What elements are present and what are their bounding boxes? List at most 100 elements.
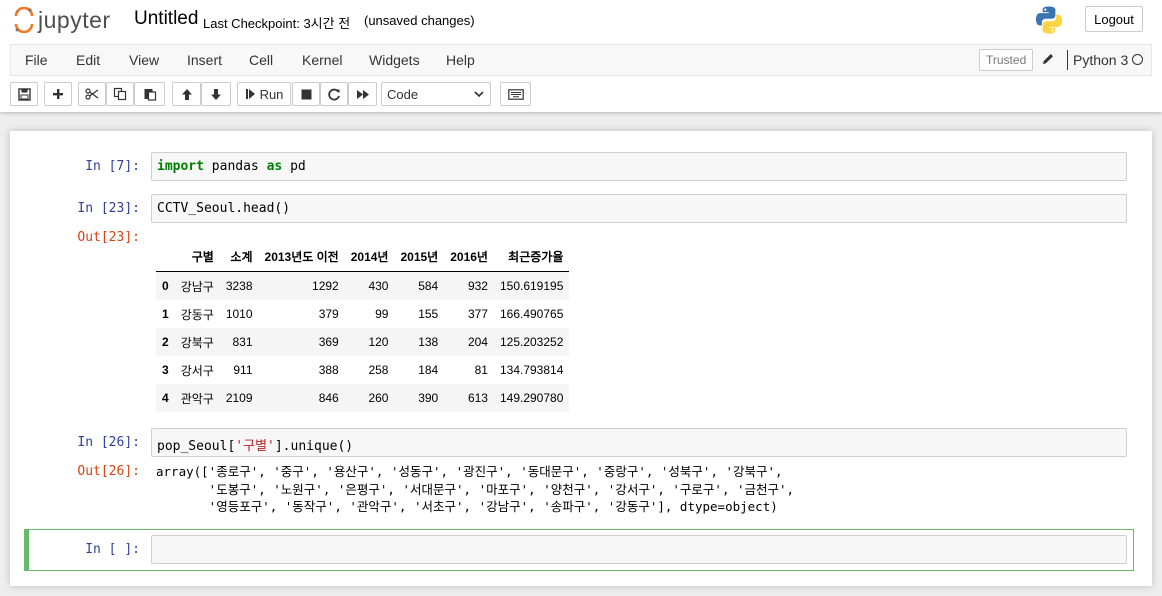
table-cell: 1010: [225, 307, 253, 321]
step-forward-icon: [245, 89, 255, 99]
scissors-icon: [85, 88, 99, 100]
table-cell: 2109: [225, 391, 253, 405]
paste-icon: [144, 89, 156, 101]
jupyter-logo-icon: [14, 7, 34, 33]
command-palette-button[interactable]: [500, 82, 531, 106]
table-cell: 430: [368, 279, 389, 293]
code-cell-input[interactable]: CCTV_Seoul.head(): [151, 194, 1127, 223]
table-cell: 155: [418, 307, 439, 321]
table-cell: 강서구: [180, 363, 214, 378]
logout-button[interactable]: Logout: [1085, 6, 1143, 32]
code-text: import pandas as pd: [157, 159, 306, 174]
menu-insert[interactable]: Insert: [187, 52, 222, 68]
table-row: 2 강북구 831 369 120 138 204 125.203252: [156, 328, 570, 356]
floppy-icon: [17, 87, 31, 101]
code-text: CCTV_Seoul.head(): [157, 201, 291, 216]
arrow-up-icon: [181, 88, 192, 100]
output-prompt: Out[23]:: [77, 230, 140, 245]
run-button[interactable]: Run: [237, 82, 291, 106]
save-button[interactable]: [10, 82, 38, 106]
python-logo-icon: [1036, 6, 1062, 34]
table-cell: 377: [467, 307, 488, 321]
table-cell: 관악구: [180, 391, 214, 406]
notebook-header: jupyter Untitled Last Checkpoint: 3시간 전 …: [0, 0, 1162, 112]
restart-run-all-button[interactable]: [348, 82, 377, 106]
table-cell: 258: [368, 363, 389, 377]
row-index: 1: [162, 307, 169, 321]
code-cell-input[interactable]: import pandas as pd: [151, 152, 1127, 181]
table-row: 3 강서구 911 388 258 184 81 134.793814: [156, 356, 569, 384]
column-header: 2016년: [444, 241, 494, 272]
paste-button[interactable]: [134, 82, 165, 106]
menu-file[interactable]: File: [25, 52, 48, 68]
refresh-icon: [327, 88, 340, 100]
trusted-indicator[interactable]: Trusted: [979, 49, 1034, 71]
cell-output-text: array(['종로구', '중구', '용산구', '성동구', '광진구',…: [156, 464, 795, 514]
column-header: 2015년: [394, 241, 445, 272]
column-header: [156, 241, 175, 272]
table-cell: 379: [318, 307, 339, 321]
input-prompt: In [7]:: [85, 159, 140, 174]
table-cell: 369: [318, 335, 339, 349]
insert-cell-button[interactable]: [44, 82, 72, 106]
cell-type-value: Code: [387, 86, 419, 102]
column-header: 소계: [219, 241, 259, 272]
table-header-row: 구별 소계 2013년도 이전 2014년 2015년 2016년 최근증가율: [156, 241, 570, 272]
column-header: 구별: [174, 241, 220, 272]
copy-button[interactable]: [106, 82, 134, 106]
table-cell: 강북구: [180, 335, 214, 350]
restart-kernel-button[interactable]: [320, 82, 348, 106]
column-header: 최근증가율: [493, 241, 570, 272]
fast-forward-icon: [356, 89, 369, 99]
table-cell: 260: [368, 391, 389, 405]
autosave-status: (unsaved changes): [364, 13, 475, 28]
menu-widgets[interactable]: Widgets: [369, 52, 420, 68]
notebook-title[interactable]: Untitled: [134, 8, 198, 30]
input-prompt: In [ ]:: [85, 542, 140, 557]
table-cell: 911: [233, 363, 253, 377]
run-button-label: Run: [259, 86, 284, 102]
kernel-idle-icon: [1132, 54, 1143, 65]
cut-button[interactable]: [78, 82, 106, 106]
notebook-container: In [7]: import pandas as pd In [23]: CCT…: [10, 131, 1152, 586]
table-row: 4 관악구 2109 846 260 390 613 149.290780: [156, 384, 570, 412]
stop-icon: [301, 89, 311, 99]
dataframe-table: 구별 소계 2013년도 이전 2014년 2015년 2016년 최근증가율 …: [156, 241, 570, 412]
table-cell: 166.490765: [499, 307, 564, 321]
table-cell: 390: [418, 391, 439, 405]
table-cell: 846: [318, 391, 339, 405]
plus-icon: [53, 89, 63, 99]
row-index: 2: [162, 335, 169, 349]
table-cell: 388: [318, 363, 339, 377]
menubar: File Edit View Insert Cell Kernel Widget…: [10, 44, 1152, 76]
table-cell: 125.203252: [499, 335, 564, 349]
column-header: 2014년: [344, 241, 395, 272]
jupyter-logo[interactable]: jupyter: [14, 6, 111, 34]
copy-icon: [113, 87, 127, 101]
row-index: 0: [162, 279, 169, 293]
table-cell: 99: [375, 307, 389, 321]
kernel-name[interactable]: Python 3: [1073, 52, 1128, 68]
row-index: 3: [162, 363, 169, 377]
code-text: pop_Seoul['구별'].unique(): [157, 439, 354, 454]
checkpoint-status: Last Checkpoint: 3시간 전: [203, 16, 351, 31]
menu-view[interactable]: View: [129, 52, 159, 68]
table-cell: 134.793814: [499, 363, 564, 377]
table-cell: 932: [467, 279, 488, 293]
table-cell: 81: [474, 363, 488, 377]
table-cell: 613: [467, 391, 488, 405]
move-down-button[interactable]: [201, 82, 231, 106]
menu-kernel[interactable]: Kernel: [302, 52, 342, 68]
keyboard-icon: [507, 88, 524, 100]
menu-edit[interactable]: Edit: [76, 52, 100, 68]
interrupt-button[interactable]: [292, 82, 320, 106]
code-cell-input[interactable]: pop_Seoul['구별'].unique(): [151, 428, 1127, 457]
empty-code-cell-input[interactable]: [151, 535, 1127, 564]
menu-cell[interactable]: Cell: [249, 52, 273, 68]
cell-type-select[interactable]: Code: [381, 82, 491, 106]
move-up-button[interactable]: [172, 82, 201, 106]
table-cell: 831: [232, 335, 253, 349]
pencil-icon[interactable]: [1041, 52, 1055, 66]
column-header: 2013년도 이전: [258, 241, 345, 272]
menu-help[interactable]: Help: [446, 52, 475, 68]
